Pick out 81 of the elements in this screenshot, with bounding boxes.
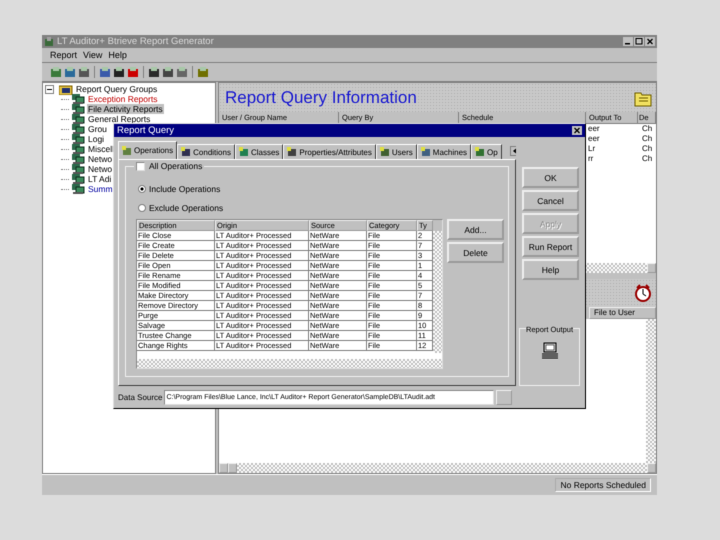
browse-button[interactable] bbox=[496, 390, 512, 404]
tab-icon bbox=[475, 147, 486, 157]
horizontal-scrollbar[interactable] bbox=[219, 463, 656, 473]
window-title: LT Auditor+ Btrieve Report Generator bbox=[57, 36, 215, 47]
dialog-button[interactable]: Cancel bbox=[522, 190, 579, 211]
dialog-button[interactable]: Run Report bbox=[522, 236, 579, 257]
tab-icon bbox=[287, 147, 298, 157]
tree-item[interactable]: Logi bbox=[87, 134, 106, 144]
tab[interactable]: Conditions bbox=[177, 144, 235, 159]
list-cell-text: Ch bbox=[641, 144, 654, 154]
vertical-scrollbar[interactable] bbox=[433, 231, 442, 353]
radio-label[interactable]: Exclude Operations bbox=[149, 202, 224, 212]
computer-icon[interactable] bbox=[540, 342, 558, 360]
horizontal-scrollbar[interactable] bbox=[137, 359, 442, 368]
tree-item[interactable]: Netwo bbox=[87, 164, 114, 174]
close-icon[interactable] bbox=[645, 37, 655, 46]
tree-item[interactable]: Grou bbox=[87, 124, 108, 134]
list-cell-text: Ch bbox=[641, 134, 654, 144]
tab[interactable]: Classes bbox=[234, 144, 284, 159]
list-cell-text: Ch bbox=[641, 124, 654, 134]
computers-icon bbox=[71, 103, 85, 115]
menu-item[interactable]: Help bbox=[108, 50, 127, 60]
list-cell-text: eer bbox=[587, 134, 601, 144]
list-cell-text: Lr bbox=[587, 144, 596, 154]
tab[interactable]: Properties/Attributes bbox=[283, 144, 376, 159]
close-icon[interactable] bbox=[572, 126, 582, 135]
menu-item[interactable]: Report bbox=[50, 50, 78, 60]
list-cell-text: eer bbox=[587, 124, 601, 134]
tree-item[interactable]: File Activity Reports bbox=[87, 104, 164, 114]
dialog-button[interactable]: OK bbox=[522, 167, 579, 188]
panel-title: Report Query Information bbox=[225, 88, 417, 108]
table-button[interactable]: Delete bbox=[447, 242, 504, 263]
tab-icon bbox=[380, 147, 390, 157]
computers-icon bbox=[71, 123, 85, 135]
list-cell-text: Ch bbox=[641, 154, 654, 164]
tab[interactable]: Op bbox=[471, 144, 502, 159]
computers-icon bbox=[71, 133, 85, 145]
tree-item[interactable]: Report Query Groups bbox=[75, 84, 158, 94]
dialog-button[interactable]: Help bbox=[522, 259, 579, 280]
status-text: No Reports Scheduled bbox=[555, 478, 651, 492]
tab[interactable]: Users bbox=[376, 144, 417, 159]
minimize-icon[interactable] bbox=[623, 37, 633, 46]
radio-label[interactable]: Include Operations bbox=[149, 184, 220, 194]
radio-button[interactable] bbox=[138, 204, 146, 212]
tree-item[interactable]: General Reports bbox=[87, 114, 152, 124]
toolbar-icon[interactable] bbox=[78, 66, 90, 78]
radio-button[interactable] bbox=[138, 184, 146, 192]
column-header[interactable]: File to User bbox=[589, 307, 656, 319]
tab-icon bbox=[122, 146, 132, 156]
tab-scroll-icon[interactable] bbox=[510, 146, 516, 156]
tree-item[interactable]: Summ bbox=[87, 184, 114, 194]
collapse-icon[interactable] bbox=[45, 84, 54, 94]
computers-icon bbox=[71, 93, 85, 105]
computers-icon bbox=[71, 153, 85, 165]
tab[interactable]: Operations bbox=[118, 141, 178, 159]
app-icon bbox=[44, 36, 54, 46]
dialog-title: Report Query bbox=[117, 125, 174, 136]
computers-icon bbox=[71, 183, 85, 195]
tree-item[interactable]: Exception Reports bbox=[87, 94, 158, 104]
list-cell-text: rr bbox=[587, 154, 594, 164]
checkbox[interactable] bbox=[136, 162, 145, 170]
folder-icon bbox=[59, 84, 73, 94]
toolbar-icon[interactable] bbox=[113, 66, 125, 78]
tab[interactable]: Machines bbox=[416, 144, 472, 159]
menu-item[interactable]: View bbox=[83, 50, 102, 60]
toolbar-icon[interactable] bbox=[162, 66, 174, 78]
table-button[interactable]: Add... bbox=[447, 219, 504, 240]
toolbar-icon[interactable] bbox=[148, 66, 160, 78]
tab-icon bbox=[238, 147, 249, 157]
tab-icon bbox=[420, 147, 431, 157]
tab-icon bbox=[181, 147, 192, 157]
computers-icon bbox=[71, 143, 85, 155]
computers-icon bbox=[71, 113, 85, 125]
data-source-label: Data Source bbox=[118, 392, 162, 402]
computers-icon bbox=[71, 173, 85, 185]
maximize-icon[interactable] bbox=[634, 37, 644, 46]
alarm-clock-icon bbox=[634, 284, 652, 302]
tree-item[interactable]: Netwo bbox=[87, 154, 114, 164]
tree-item[interactable]: LT Adi bbox=[87, 174, 112, 184]
vertical-scrollbar[interactable] bbox=[646, 319, 656, 463]
computers-icon bbox=[71, 163, 85, 175]
